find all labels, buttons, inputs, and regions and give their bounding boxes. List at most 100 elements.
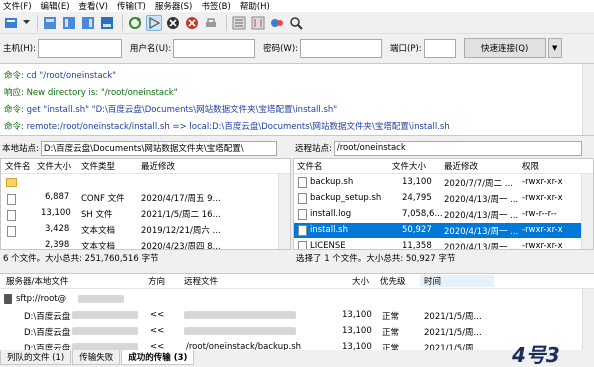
- local-path-input[interactable]: D:\百度云盘\Documents\网站数据文件夹\宝塔配置\: [40, 140, 277, 156]
- filter-icon[interactable]: [231, 15, 247, 31]
- tab-successful-transfers[interactable]: 成功的传输 (3): [121, 350, 195, 365]
- remote-status: 选择了 1 个文件。大小总共: 50,927 字节: [293, 251, 594, 265]
- col-remote-file[interactable]: 远程文件: [184, 275, 218, 287]
- col-filename[interactable]: 文件名: [297, 160, 323, 172]
- log-line: 响应: New directory is: "/root/oneinstack": [4, 88, 178, 98]
- file-icon: [298, 241, 307, 249]
- table-row[interactable]: [1, 175, 281, 190]
- redacted-text: [72, 311, 138, 319]
- col-time[interactable]: 时间: [420, 275, 494, 287]
- port-label: 端口(P):: [390, 44, 422, 54]
- queue-tabs: 列队的文件 (1) 传输失败 成功的传输 (3): [0, 350, 594, 366]
- sync-browse-icon[interactable]: [269, 15, 285, 31]
- search-icon[interactable]: [288, 15, 304, 31]
- server-icon: [4, 294, 12, 304]
- table-row[interactable]: 3,428 文本文档 2019/12/21/周六 ...: [1, 224, 281, 239]
- reconnect-icon[interactable]: [203, 15, 219, 31]
- toolbar: [0, 12, 594, 34]
- file-icon: [298, 193, 307, 204]
- site-manager-icon[interactable]: [3, 15, 19, 31]
- queue-scrollbar[interactable]: [582, 289, 594, 351]
- message-log-icon[interactable]: [42, 15, 58, 31]
- menu-file[interactable]: 文件(F): [3, 0, 32, 12]
- remote-tree-icon[interactable]: [80, 15, 96, 31]
- local-site-bar: 本地站点: D:\百度云盘\Documents\网站数据文件夹\宝塔配置\: [0, 139, 290, 157]
- menu-edit[interactable]: 编辑(E): [41, 0, 70, 12]
- col-filename[interactable]: 文件名: [5, 160, 31, 172]
- table-row[interactable]: LICENSE 11,358 2020/4/13/周一 ... -rwxr-xr-x: [294, 239, 581, 249]
- compare-icon[interactable]: [250, 15, 266, 31]
- col-server-local[interactable]: 服务器/本地文件: [6, 275, 68, 287]
- table-row[interactable]: 2,398 文本文档 2020/4/23/周四 8...: [1, 240, 281, 249]
- username-input[interactable]: [173, 38, 256, 58]
- file-icon: [298, 177, 307, 188]
- folder-icon: [6, 178, 17, 187]
- local-file-list: 文件名 文件大小 文件类型 最近修改 6,887 CONF 文件 2020/4/17…: [0, 158, 291, 250]
- col-modified[interactable]: 最近修改: [444, 160, 478, 172]
- table-row[interactable]: D:\百度云盘 << 13,100 正常 2021/1/5/周...: [0, 324, 580, 339]
- port-input[interactable]: [423, 38, 456, 58]
- log-line: 命令: cd "/root/oneinstack": [4, 71, 117, 81]
- remote-scrollbar[interactable]: [581, 174, 593, 249]
- local-scrollbar[interactable]: [278, 174, 290, 249]
- user-label: 用户名(U):: [129, 44, 172, 54]
- file-icon: [7, 210, 16, 221]
- table-row[interactable]: 6,887 CONF 文件 2020/4/17/周五 9...: [1, 192, 281, 207]
- queue-server-row[interactable]: sftp://root@: [0, 292, 580, 307]
- redacted-text: [184, 327, 296, 335]
- menu-bookmarks[interactable]: 书签(B): [201, 0, 230, 12]
- log-scrollbar[interactable]: [582, 64, 594, 135]
- table-row[interactable]: D:\百度云盘 << 13,100 正常 2021/1/5/周...: [0, 308, 580, 323]
- tab-queued-files[interactable]: 列队的文件 (1): [0, 350, 72, 365]
- menu-transfer[interactable]: 传输(T): [117, 0, 146, 12]
- redacted-text: [72, 327, 138, 335]
- log-line: 命令: remote:/root/oneinstack/install.sh =…: [4, 122, 450, 132]
- password-input[interactable]: [300, 38, 383, 58]
- queue-icon[interactable]: [99, 15, 115, 31]
- quickconnect-button[interactable]: 快速连接(Q): [463, 38, 546, 58]
- refresh-icon[interactable]: [127, 15, 143, 31]
- menu-view[interactable]: 查看(V): [79, 0, 108, 12]
- table-row[interactable]: 13,100 SH 文件 2021/1/5/周二 16...: [1, 208, 281, 223]
- table-row[interactable]: backup_setup.sh 24,795 2020/4/13/周一 ... -rw…: [294, 191, 581, 206]
- col-filesize[interactable]: 文件大小: [37, 160, 71, 172]
- col-direction[interactable]: 方向: [148, 275, 165, 287]
- col-filetype[interactable]: 文件类型: [81, 160, 115, 172]
- menu-server[interactable]: 服务器(S): [155, 0, 193, 12]
- col-modified[interactable]: 最近修改: [141, 160, 175, 172]
- local-list-header: 文件名 文件大小 文件类型 最近修改: [1, 159, 290, 174]
- host-input[interactable]: [37, 38, 122, 58]
- quickconnect-dropdown[interactable]: ▼: [547, 38, 562, 58]
- dropdown-arrow-icon[interactable]: [22, 15, 30, 31]
- menu-bar: 文件(F) 编辑(E) 查看(V) 传输(T) 服务器(S) 书签(B) 帮助(…: [0, 0, 594, 12]
- col-size[interactable]: 大小: [352, 275, 369, 287]
- password-label: 密码(W):: [263, 44, 299, 54]
- col-permissions[interactable]: 权限: [522, 160, 539, 172]
- col-filesize[interactable]: 文件大小: [392, 160, 426, 172]
- remote-list-header: 文件名 文件大小 最近修改 权限: [294, 159, 593, 174]
- menu-help[interactable]: 帮助(H): [240, 0, 270, 12]
- disconnect-icon[interactable]: [184, 15, 200, 31]
- local-tree-icon[interactable]: [61, 15, 77, 31]
- local-status: 6 个文件。大小总共: 251,760,516 字节: [0, 251, 291, 265]
- cancel-icon[interactable]: [165, 15, 181, 31]
- message-log: 命令: cd "/root/oneinstack" 响应: New direct…: [0, 63, 594, 136]
- file-icon: [298, 209, 307, 220]
- table-row[interactable]: install.sh 50,927 2020/4/13/周一 ... -rwxr-xr…: [294, 223, 581, 238]
- tab-failed-transfers[interactable]: 传输失败: [72, 350, 121, 365]
- remote-file-list: 文件名 文件大小 最近修改 权限 backup.sh 13,100 2020/7/7…: [293, 158, 594, 250]
- process-queue-icon[interactable]: [146, 14, 162, 31]
- file-icon: [7, 194, 16, 205]
- remote-path-input[interactable]: /root/oneinstack: [333, 140, 582, 156]
- transfer-queue: 服务器/本地文件 方向 远程文件 大小 优先级 时间 sftp://root@ …: [0, 273, 594, 351]
- remote-site-label: 远程站点:: [295, 144, 332, 154]
- remote-site-bar: 远程站点: /root/oneinstack: [293, 139, 594, 157]
- watermark-logo: 4号3: [512, 343, 560, 367]
- col-priority[interactable]: 优先级: [380, 275, 406, 287]
- file-icon: [298, 225, 307, 236]
- table-row[interactable]: backup.sh 13,100 2020/7/7/周二 ... -rwxr-xr-x: [294, 175, 581, 190]
- local-site-label: 本地站点:: [2, 144, 39, 154]
- table-row[interactable]: install.log 7,058,6... 2020/4/13/周一 ... -rw…: [294, 207, 581, 222]
- file-icon: [7, 226, 16, 237]
- redacted-text: [184, 311, 296, 319]
